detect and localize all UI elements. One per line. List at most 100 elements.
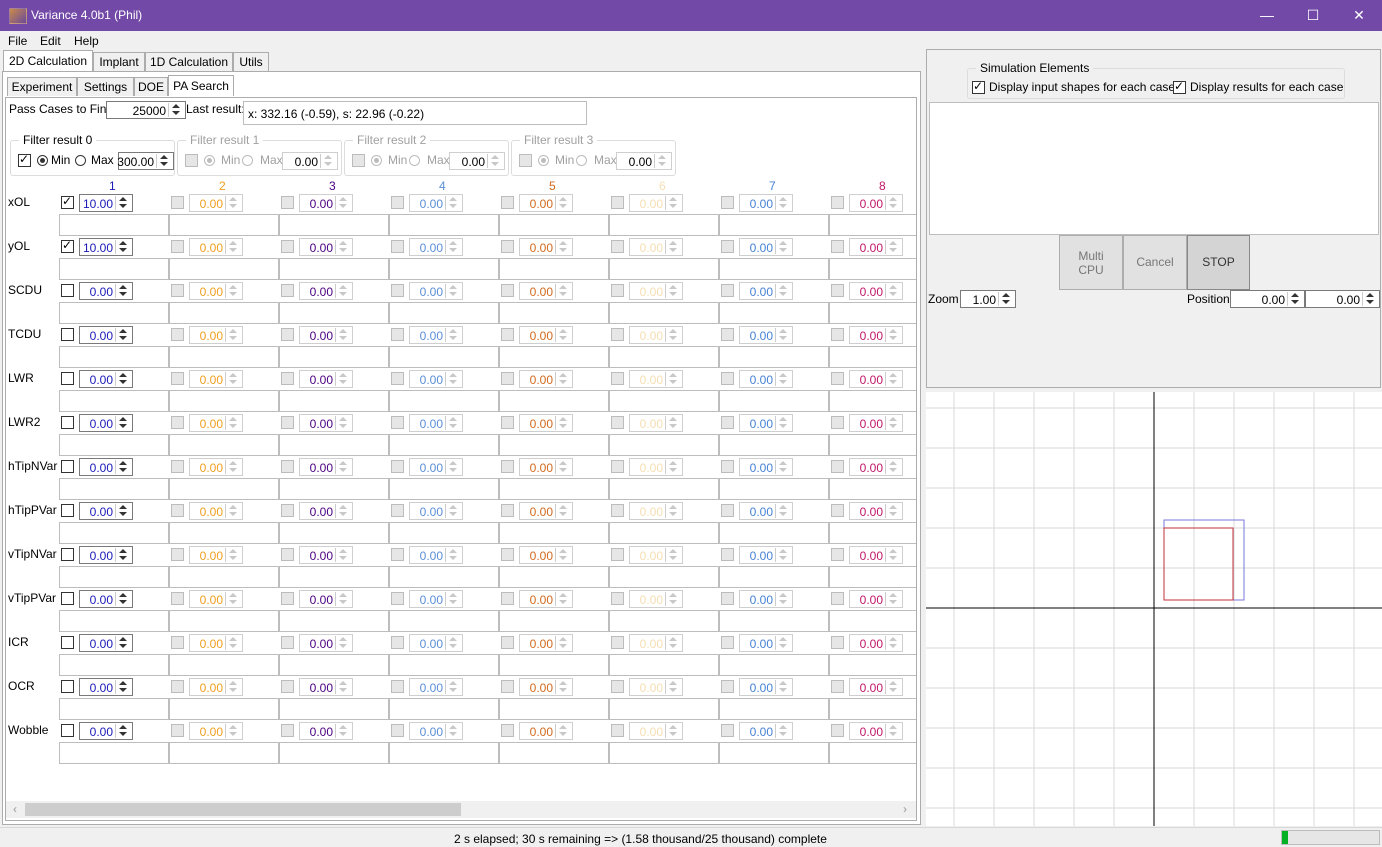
stepper-arrows-icon[interactable]	[335, 724, 351, 738]
param-text-field[interactable]	[389, 346, 499, 368]
stepper-arrows-icon[interactable]	[225, 592, 241, 606]
param-text-field[interactable]	[279, 434, 389, 456]
param-value-stepper[interactable]: 0.00	[739, 370, 793, 388]
minimize-button[interactable]: —	[1244, 0, 1290, 31]
param-value-stepper[interactable]: 0.00	[409, 458, 463, 476]
stepper-arrows-icon[interactable]	[225, 724, 241, 738]
param-text-field[interactable]	[719, 214, 829, 236]
param-enable-checkbox[interactable]	[831, 504, 844, 517]
param-enable-checkbox[interactable]	[61, 460, 74, 473]
param-value-stepper[interactable]: 0.00	[629, 546, 683, 564]
stepper-arrows-icon[interactable]	[445, 636, 461, 650]
stepper-arrows-icon[interactable]	[775, 196, 791, 210]
param-value-stepper[interactable]: 0.00	[299, 238, 353, 256]
param-enable-checkbox[interactable]	[611, 372, 624, 385]
stepper-arrows-icon[interactable]	[335, 592, 351, 606]
menu-edit[interactable]: Edit	[40, 34, 61, 48]
stepper-arrows-icon[interactable]	[555, 196, 571, 210]
param-enable-checkbox[interactable]	[61, 504, 74, 517]
param-value-stepper[interactable]: 0.00	[519, 678, 573, 696]
param-enable-checkbox[interactable]	[391, 592, 404, 605]
stepper-arrows-icon[interactable]	[885, 636, 901, 650]
param-text-field[interactable]	[169, 390, 279, 412]
param-enable-checkbox[interactable]	[501, 328, 514, 341]
param-enable-checkbox[interactable]	[61, 238, 74, 253]
stepper-arrows-icon[interactable]	[665, 548, 681, 562]
param-enable-checkbox[interactable]	[721, 284, 734, 297]
param-text-field[interactable]	[829, 390, 916, 412]
stepper-arrows-icon[interactable]	[885, 196, 901, 210]
stepper-arrows-icon[interactable]	[445, 372, 461, 386]
param-text-field[interactable]	[169, 346, 279, 368]
stepper-arrows-icon[interactable]	[555, 240, 571, 254]
param-text-field[interactable]	[829, 302, 916, 324]
stepper-arrows-icon[interactable]	[665, 240, 681, 254]
menu-file[interactable]: File	[8, 34, 27, 48]
stepper-arrows-icon[interactable]	[885, 460, 901, 474]
param-value-stepper[interactable]: 10.00	[79, 238, 133, 256]
scrollbar-thumb[interactable]	[25, 803, 461, 816]
param-value-stepper[interactable]: 0.00	[409, 678, 463, 696]
param-text-field[interactable]	[499, 522, 609, 544]
stepper-arrows-icon[interactable]	[665, 680, 681, 694]
param-enable-checkbox[interactable]	[281, 636, 294, 649]
param-text-field[interactable]	[719, 302, 829, 324]
stepper-arrows-icon[interactable]	[885, 680, 901, 694]
stepper-arrows-icon[interactable]	[445, 680, 461, 694]
stepper-arrows-icon[interactable]	[665, 592, 681, 606]
param-enable-checkbox[interactable]	[61, 680, 74, 693]
horizontal-scrollbar[interactable]: ‹ ›	[6, 801, 916, 818]
stepper-arrows-icon[interactable]	[335, 372, 351, 386]
cancel-button[interactable]: Cancel	[1123, 235, 1187, 290]
param-enable-checkbox[interactable]	[281, 240, 294, 253]
param-enable-checkbox[interactable]	[61, 328, 74, 341]
stepper-arrows-icon[interactable]	[335, 196, 351, 210]
stepper-arrows-icon[interactable]	[225, 196, 241, 210]
param-enable-checkbox[interactable]	[391, 416, 404, 429]
tab-experiment[interactable]: Experiment	[7, 77, 77, 96]
param-value-stepper[interactable]: 0.00	[849, 282, 903, 300]
stepper-arrows-icon[interactable]	[335, 680, 351, 694]
param-text-field[interactable]	[389, 258, 499, 280]
display-results-checkbox[interactable]	[1173, 79, 1186, 94]
param-text-field[interactable]	[169, 566, 279, 588]
param-enable-checkbox[interactable]	[831, 636, 844, 649]
param-text-field[interactable]	[829, 214, 916, 236]
param-text-field[interactable]	[389, 390, 499, 412]
param-enable-checkbox[interactable]	[721, 680, 734, 693]
param-text-field[interactable]	[719, 654, 829, 676]
param-enable-checkbox[interactable]	[501, 372, 514, 385]
param-enable-checkbox[interactable]	[831, 372, 844, 385]
param-text-field[interactable]	[279, 302, 389, 324]
stepper-arrows-icon[interactable]	[775, 460, 791, 474]
param-value-stepper[interactable]: 0.00	[79, 458, 133, 476]
stepper-arrows-icon[interactable]	[775, 372, 791, 386]
param-enable-checkbox[interactable]	[391, 460, 404, 473]
param-text-field[interactable]	[499, 390, 609, 412]
param-text-field[interactable]	[829, 522, 916, 544]
stepper-arrows-icon[interactable]	[115, 504, 131, 518]
param-value-stepper[interactable]: 0.00	[189, 370, 243, 388]
param-text-field[interactable]	[829, 346, 916, 368]
param-enable-checkbox[interactable]	[171, 724, 184, 737]
param-value-stepper[interactable]: 0.00	[299, 634, 353, 652]
param-value-stepper[interactable]: 0.00	[629, 722, 683, 740]
param-text-field[interactable]	[389, 478, 499, 500]
stepper-arrows-icon[interactable]	[445, 724, 461, 738]
stepper-arrows-icon[interactable]	[555, 548, 571, 562]
tab-2d-calculation[interactable]: 2D Calculation	[3, 50, 93, 71]
param-enable-checkbox[interactable]	[391, 196, 404, 209]
param-value-stepper[interactable]: 0.00	[629, 194, 683, 212]
param-text-field[interactable]	[389, 522, 499, 544]
param-enable-checkbox[interactable]	[391, 680, 404, 693]
param-enable-checkbox[interactable]	[171, 284, 184, 297]
param-value-stepper[interactable]: 0.00	[629, 370, 683, 388]
param-value-stepper[interactable]: 0.00	[79, 370, 133, 388]
param-value-stepper[interactable]: 0.00	[189, 282, 243, 300]
stepper-arrows-icon[interactable]	[885, 328, 901, 342]
param-value-stepper[interactable]: 0.00	[409, 590, 463, 608]
param-enable-checkbox[interactable]	[61, 636, 74, 649]
stepper-arrows-icon[interactable]	[555, 460, 571, 474]
param-value-stepper[interactable]: 0.00	[739, 722, 793, 740]
param-value-stepper[interactable]: 0.00	[629, 502, 683, 520]
